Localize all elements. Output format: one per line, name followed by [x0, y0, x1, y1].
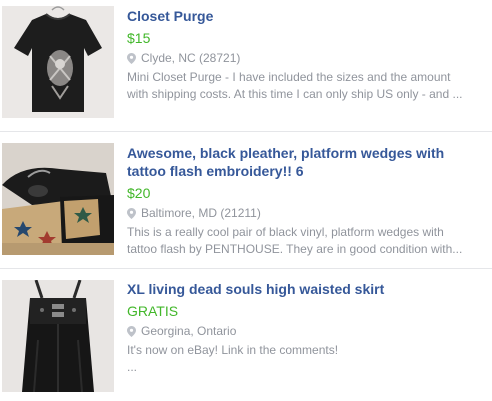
listing-location-text: Georgina, Ontario: [141, 324, 237, 338]
listing-item[interactable]: Awesome, black pleather, platform wedges…: [0, 132, 492, 269]
listing-info: Closet Purge $15 Clyde, NC (28721) Mini …: [127, 7, 482, 103]
listing-price: $20: [127, 185, 151, 201]
listing-location-text: Clyde, NC (28721): [141, 51, 241, 65]
listing-location: Baltimore, MD (21211): [127, 206, 482, 221]
tshirt-image: [2, 6, 114, 118]
listing-description: This is a really cool pair of black viny…: [127, 225, 463, 256]
listing-info: XL living dead souls high waisted skirt …: [127, 280, 482, 376]
location-pin-icon: [127, 208, 136, 219]
wedges-image: [2, 143, 114, 255]
listing-price: $15: [127, 30, 151, 46]
skirt-image: [2, 280, 114, 392]
listing-title[interactable]: Closet Purge: [127, 7, 482, 25]
listing-thumbnail[interactable]: [2, 143, 114, 255]
listing-description: It's now on eBay! Link in the comments! …: [127, 343, 339, 374]
location-pin-icon: [127, 326, 136, 337]
listing-title[interactable]: XL living dead souls high waisted skirt: [127, 280, 482, 298]
location-pin-icon: [127, 53, 136, 64]
listing-location-text: Baltimore, MD (21211): [141, 206, 261, 220]
listing-location: Clyde, NC (28721): [127, 51, 482, 66]
listing-thumbnail[interactable]: [2, 280, 114, 392]
listing-info: Awesome, black pleather, platform wedges…: [127, 144, 482, 258]
listing-thumbnail[interactable]: [2, 6, 114, 118]
listing-item[interactable]: Closet Purge $15 Clyde, NC (28721) Mini …: [0, 0, 492, 132]
listing-item[interactable]: XL living dead souls high waisted skirt …: [0, 269, 492, 401]
listing-description: Mini Closet Purge - I have included the …: [127, 70, 463, 101]
listing-location: Georgina, Ontario: [127, 324, 482, 339]
listing-title[interactable]: Awesome, black pleather, platform wedges…: [127, 144, 482, 180]
marketplace-listing-list: Closet Purge $15 Clyde, NC (28721) Mini …: [0, 0, 492, 401]
listing-price: GRATIS: [127, 303, 179, 319]
